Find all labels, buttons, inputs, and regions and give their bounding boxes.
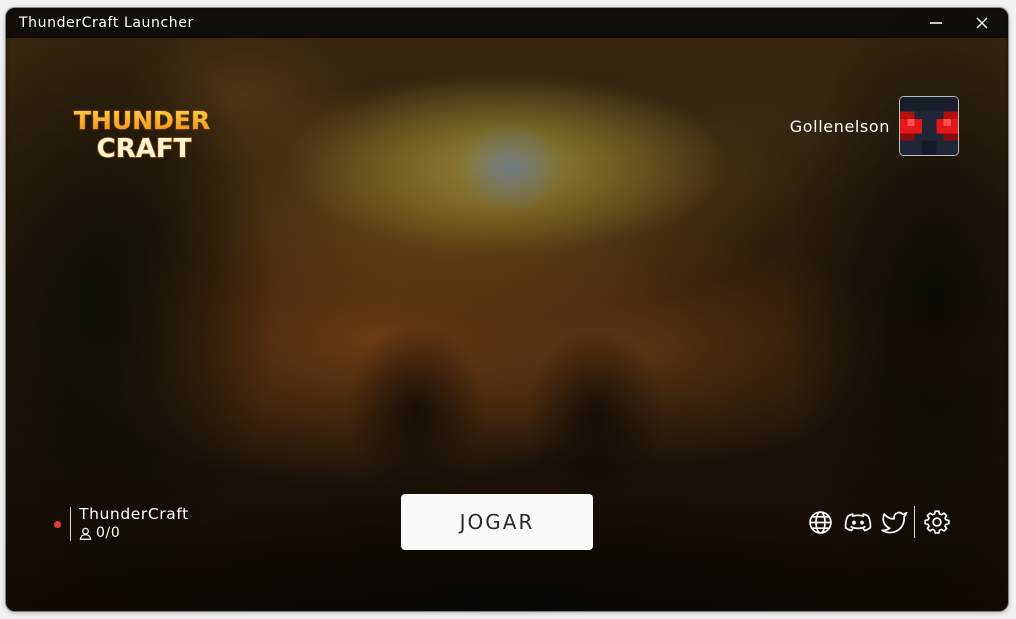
globe-icon: [808, 510, 832, 534]
settings-divider: [914, 506, 915, 538]
discord-icon: [844, 513, 872, 532]
avatar[interactable]: [899, 96, 959, 156]
close-button[interactable]: [962, 8, 1002, 38]
launcher-window: ThunderCraft Launcher THUNDER CRAFT Goll…: [6, 8, 1008, 611]
thundercraft-logo: THUNDER CRAFT: [73, 105, 211, 162]
twitter-button[interactable]: [880, 508, 908, 536]
window-title: ThunderCraft Launcher: [19, 15, 194, 31]
logo-line-1: THUNDER: [74, 106, 210, 135]
title-bar: ThunderCraft Launcher: [6, 8, 1008, 38]
username: Gollenelson: [789, 117, 890, 136]
server-info: ThunderCraft 0/0: [79, 505, 189, 543]
settings-button[interactable]: [923, 508, 951, 536]
server-players: 0/0: [79, 524, 189, 543]
twitter-icon: [880, 511, 907, 534]
minimize-icon: [930, 22, 942, 24]
discord-button[interactable]: [844, 508, 872, 536]
server-status: ThunderCraft 0/0: [54, 504, 189, 544]
close-icon: [976, 17, 988, 29]
logo-line-2: CRAFT: [97, 134, 192, 162]
server-name: ThunderCraft: [79, 505, 189, 523]
server-status-dot: [54, 520, 61, 528]
avatar-skin-face: [900, 97, 958, 155]
social-links: [806, 506, 951, 538]
server-player-count: 0/0: [96, 525, 121, 541]
server-divider: [70, 507, 71, 541]
play-button[interactable]: JOGAR: [401, 494, 593, 550]
gear-icon: [924, 510, 950, 534]
website-button[interactable]: [806, 508, 834, 536]
user-icon: [79, 527, 92, 540]
minimize-button[interactable]: [916, 8, 956, 38]
